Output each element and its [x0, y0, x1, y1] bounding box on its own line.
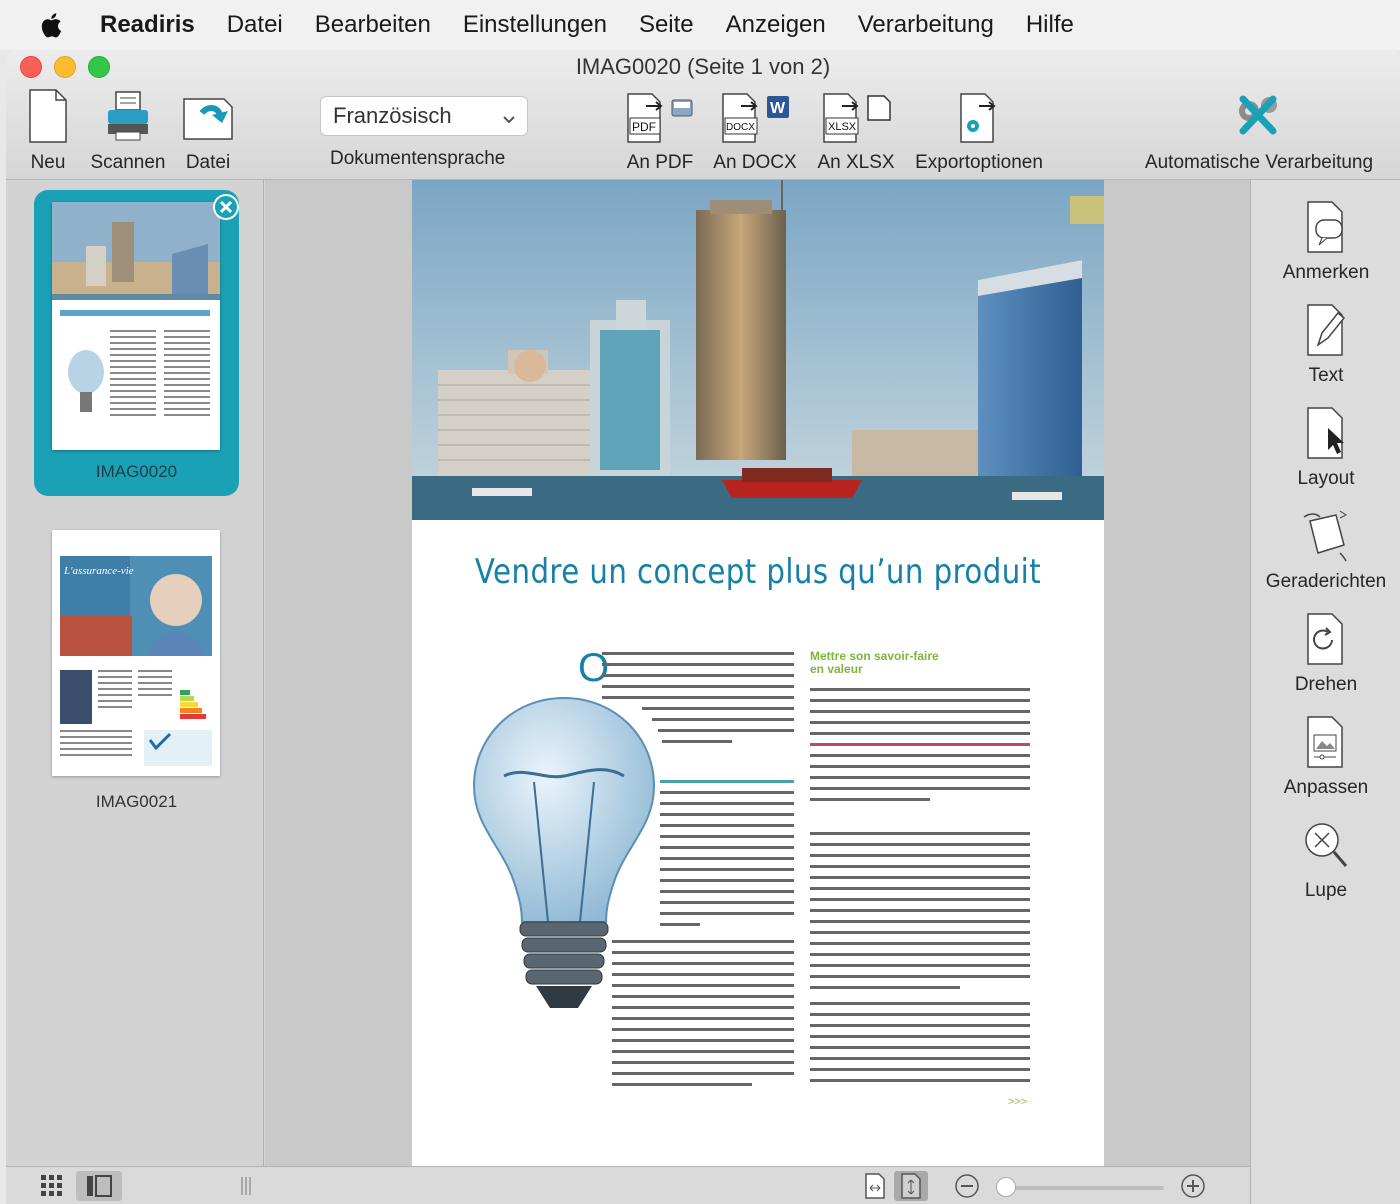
docx-export-icon: DOCX W	[715, 86, 795, 146]
chevron-down-icon	[501, 107, 517, 133]
new-document-icon	[28, 86, 68, 146]
magnifier-label: Lupe	[1304, 880, 1348, 901]
rotate-icon	[1304, 608, 1348, 668]
open-file-button[interactable]: Datei	[178, 86, 238, 174]
auto-processing-label: Automatische Verarbeitung	[1144, 152, 1374, 173]
xlsx-export-icon: XLSX	[816, 86, 896, 146]
page-number-tab	[1070, 196, 1104, 224]
document-page[interactable]: Vendre un concept plus qu’un produit O M…	[412, 180, 1104, 1166]
export-xlsx-label: An XLSX	[817, 152, 895, 173]
window-title: IMAG0020 (Seite 1 von 2)	[575, 54, 831, 79]
thumbnail-page-2[interactable]: L'assurance-vie	[52, 530, 220, 776]
text-tool[interactable]: Text	[1251, 299, 1400, 387]
pdf-export-icon: PDF	[624, 86, 696, 146]
docx-tag: DOCX	[726, 122, 755, 133]
straighten-icon	[1300, 505, 1352, 565]
subhead-line-2: en valeur	[810, 662, 863, 676]
skyline-photo	[412, 180, 1104, 520]
new-button[interactable]: Neu	[24, 86, 72, 174]
open-file-icon	[180, 86, 236, 146]
export-docx-button[interactable]: DOCX W An DOCX	[712, 86, 798, 174]
zoom-out-icon[interactable]	[952, 1171, 982, 1201]
scanner-icon	[104, 86, 152, 146]
document-headline: Vendre un concept plus qu’un produit	[474, 552, 1042, 592]
remove-page-icon[interactable]	[211, 192, 241, 222]
document-language-label: Dokumentensprache	[330, 148, 506, 169]
menu-hilfe[interactable]: Hilfe	[1026, 11, 1074, 39]
section-subhead: Mettre son savoir-faire en valeur	[810, 650, 939, 676]
thumbnail-page-1[interactable]	[52, 202, 220, 450]
auto-processing-button[interactable]: Automatische Verarbeitung	[1136, 86, 1382, 174]
annotate-icon	[1304, 196, 1348, 256]
menu-seite[interactable]: Seite	[639, 11, 694, 39]
menu-app-readiris[interactable]: Readiris	[100, 11, 195, 39]
text-column-1	[602, 652, 794, 751]
bottom-status-bar	[6, 1166, 1250, 1204]
document-viewer[interactable]: Vendre un concept plus qu’un produit O M…	[265, 180, 1250, 1166]
adjust-tool[interactable]: Anpassen	[1251, 711, 1400, 799]
pdf-tag: PDF	[632, 120, 656, 134]
tools-panel: Anmerken Text Layout Geraderichten Drehe…	[1250, 180, 1400, 1204]
rotate-tool[interactable]: Drehen	[1251, 608, 1400, 696]
magnifier-icon	[1300, 814, 1352, 874]
magnifier-tool[interactable]: Lupe	[1251, 814, 1400, 902]
document-language-value: Französisch	[333, 103, 452, 128]
thumbnail-label-2: IMAG0021	[95, 792, 178, 811]
menu-anzeigen[interactable]: Anzeigen	[726, 11, 826, 39]
text-column-2b	[810, 832, 1030, 997]
layout-label: Layout	[1297, 468, 1355, 489]
straighten-label: Geraderichten	[1265, 571, 1387, 592]
continue-marker: >>>	[1008, 1096, 1028, 1108]
layout-cursor-icon	[1304, 402, 1348, 462]
zoom-slider-track[interactable]	[1006, 1186, 1164, 1190]
apple-menu-icon[interactable]	[40, 10, 66, 40]
scan-button[interactable]: Scannen	[86, 86, 170, 174]
annotate-label: Anmerken	[1282, 262, 1370, 283]
page-thumbnail-sidebar: IMAG0020 L'assurance-vie IMAG0021	[6, 180, 264, 1166]
straighten-tool[interactable]: Geraderichten	[1251, 505, 1400, 593]
text-edit-icon	[1304, 299, 1348, 359]
menu-bearbeiten[interactable]: Bearbeiten	[315, 11, 431, 39]
text-column-1b	[660, 780, 794, 934]
svg-text:W: W	[770, 100, 786, 117]
svg-text:L'assurance-vie: L'assurance-vie	[63, 565, 134, 577]
export-docx-label: An DOCX	[713, 152, 797, 173]
menu-verarbeitung[interactable]: Verarbeitung	[858, 11, 994, 39]
annotate-tool[interactable]: Anmerken	[1251, 196, 1400, 284]
new-label: Neu	[30, 152, 66, 173]
text-column-1c	[612, 940, 794, 1094]
text-label: Text	[1308, 365, 1344, 386]
menu-bar: Readiris Datei Bearbeiten Einstellungen …	[0, 0, 1400, 50]
menu-einstellungen[interactable]: Einstellungen	[463, 11, 607, 39]
zoom-slider-knob[interactable]	[996, 1177, 1016, 1197]
menu-datei[interactable]: Datei	[227, 11, 283, 39]
thumbnail-card-selected[interactable]: IMAG0020	[34, 190, 239, 496]
document-language-select[interactable]: Französisch	[320, 96, 528, 136]
export-pdf-button[interactable]: PDF An PDF	[624, 86, 696, 174]
text-column-2c	[810, 1002, 1030, 1090]
app-window: IMAG0020 (Seite 1 von 2) Neu Scannen Dat…	[6, 50, 1400, 1204]
page-view-icon[interactable]	[76, 1171, 122, 1201]
export-pdf-label: An PDF	[626, 152, 694, 173]
thumbnail-label-1: IMAG0020	[95, 462, 178, 481]
layout-tool[interactable]: Layout	[1251, 402, 1400, 490]
fit-width-icon[interactable]	[860, 1171, 890, 1201]
auto-processing-icon	[1231, 86, 1287, 146]
export-xlsx-button[interactable]: XLSX An XLSX	[812, 86, 900, 174]
text-column-2	[810, 688, 1030, 809]
adjust-image-icon	[1304, 711, 1348, 771]
adjust-label: Anpassen	[1283, 777, 1369, 798]
export-options-label: Exportoptionen	[915, 152, 1043, 173]
open-file-label: Datei	[185, 152, 231, 173]
export-options-icon	[955, 86, 1003, 146]
rotate-label: Drehen	[1294, 674, 1358, 695]
sidebar-resize-handle-icon[interactable]	[236, 1171, 256, 1201]
title-toolbar: IMAG0020 (Seite 1 von 2) Neu Scannen Dat…	[6, 50, 1400, 180]
xlsx-tag: XLSX	[828, 121, 857, 133]
export-options-button[interactable]: Exportoptionen	[906, 86, 1052, 174]
scan-label: Scannen	[90, 152, 166, 173]
grid-view-icon[interactable]	[34, 1171, 70, 1201]
zoom-in-icon[interactable]	[1178, 1171, 1208, 1201]
fit-page-icon[interactable]	[894, 1171, 928, 1201]
